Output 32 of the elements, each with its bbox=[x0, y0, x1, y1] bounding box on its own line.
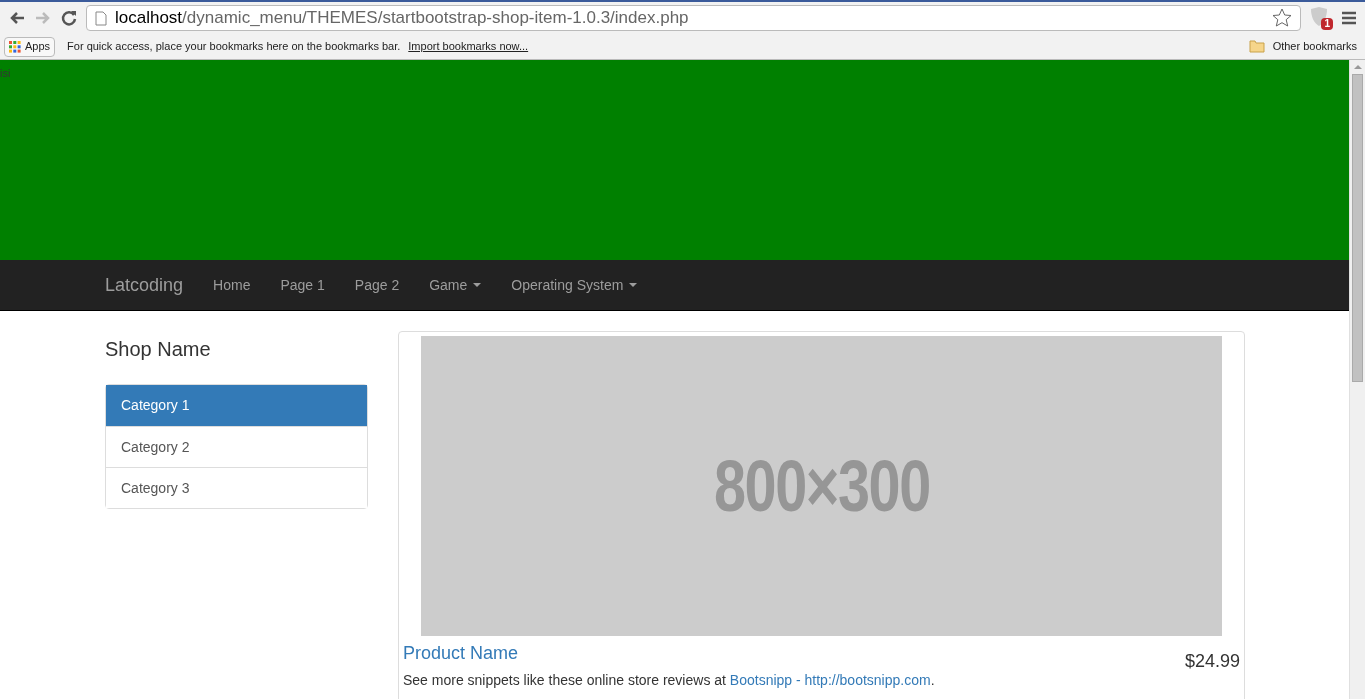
import-bookmarks-link[interactable]: Import bookmarks now... bbox=[408, 38, 529, 55]
nav-link[interactable]: Home bbox=[198, 274, 266, 296]
other-bookmarks-link[interactable]: Other bookmarks bbox=[1272, 38, 1357, 55]
product-description: See more snippets like these online store reviews at Bootsnipp - http://bootsnipp.com. bbox=[403, 672, 936, 689]
nav-link[interactable]: Page 1 bbox=[265, 274, 340, 296]
scroll-thumb[interactable] bbox=[1352, 74, 1363, 382]
nav-link[interactable]: Operating System bbox=[496, 274, 653, 296]
price: $24.99 bbox=[1184, 650, 1240, 672]
scrollbar[interactable] bbox=[1349, 60, 1365, 699]
notification-badge: 1 bbox=[1321, 18, 1333, 30]
bootsnipp-link[interactable]: Bootsnipp - http://bootsnipp.com bbox=[729, 672, 931, 688]
banner-text: isi bbox=[0, 67, 11, 79]
caret-icon bbox=[629, 283, 638, 287]
shop-name: Shop Name bbox=[105, 337, 212, 362]
nav-link[interactable]: Game bbox=[414, 274, 497, 296]
url-text: localhost/dynamic_menu/THEMES/startbootstrap-shop-item-1.0.3/index.php bbox=[115, 7, 689, 30]
bookmarks-hint: For quick access, place your bookmarks here on the bookmarks bar. bbox=[67, 39, 401, 55]
category-item[interactable]: Category 1 bbox=[106, 385, 367, 426]
page-icon bbox=[95, 10, 107, 26]
apps-grid-icon bbox=[9, 40, 21, 53]
menu-icon[interactable] bbox=[1341, 11, 1357, 25]
folder-icon bbox=[1248, 40, 1265, 53]
product-name-link[interactable]: Product Name bbox=[403, 642, 519, 664]
category-item[interactable]: Category 3 bbox=[106, 467, 367, 508]
shield-icon[interactable] bbox=[1309, 6, 1329, 28]
apps-button[interactable]: Apps bbox=[4, 36, 56, 57]
address-bar[interactable]: localhost/dynamic_menu/THEMES/startbootstrap-shop-item-1.0.3/index.php bbox=[86, 5, 1301, 31]
reload-icon[interactable] bbox=[60, 9, 78, 27]
nav-link[interactable]: Page 2 bbox=[339, 274, 415, 296]
star-icon[interactable] bbox=[1272, 8, 1292, 28]
navbar-brand[interactable]: Latcoding bbox=[105, 271, 184, 299]
caret-icon bbox=[473, 283, 482, 287]
